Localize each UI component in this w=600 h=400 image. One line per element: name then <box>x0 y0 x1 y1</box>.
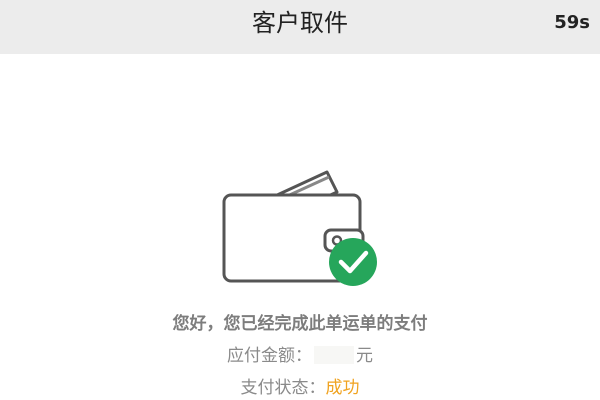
wallet-icon <box>222 170 377 286</box>
amount-unit: 元 <box>356 346 373 366</box>
amount-row: 应付金额： 元 <box>0 341 600 366</box>
amount-value <box>314 346 354 364</box>
amount-label: 应付金额： <box>227 346 312 366</box>
payment-complete-message: 您好，您已经完成此单运单的支付 <box>172 314 428 334</box>
header-bar: 客户取件 59s <box>0 0 600 54</box>
countdown-timer: 59s <box>554 12 590 33</box>
page-title: 客户取件 <box>252 9 348 37</box>
wallet-illustration <box>205 158 395 293</box>
status-label: 支付状态： <box>240 378 326 398</box>
check-icon <box>329 238 377 286</box>
status-value: 成功 <box>325 378 360 398</box>
status-row: 支付状态：成功 <box>0 373 600 398</box>
